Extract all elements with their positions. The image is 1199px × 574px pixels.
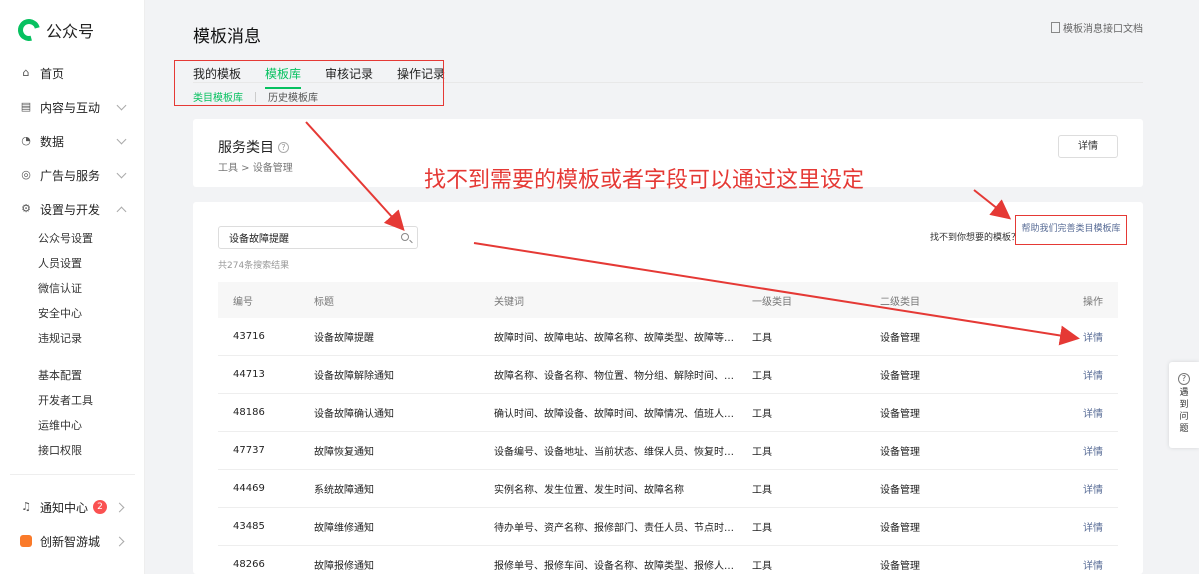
arrow-to-detail [473, 242, 1080, 346]
question-icon: ? [1178, 373, 1190, 385]
floating-help-button[interactable]: ? 遇到问题 [1169, 362, 1199, 448]
arrow-to-help-link [973, 189, 1012, 220]
floating-help-label: 遇到问题 [1179, 388, 1189, 434]
annotation-arrows [305, 121, 1080, 346]
arrow-to-search [305, 121, 405, 231]
